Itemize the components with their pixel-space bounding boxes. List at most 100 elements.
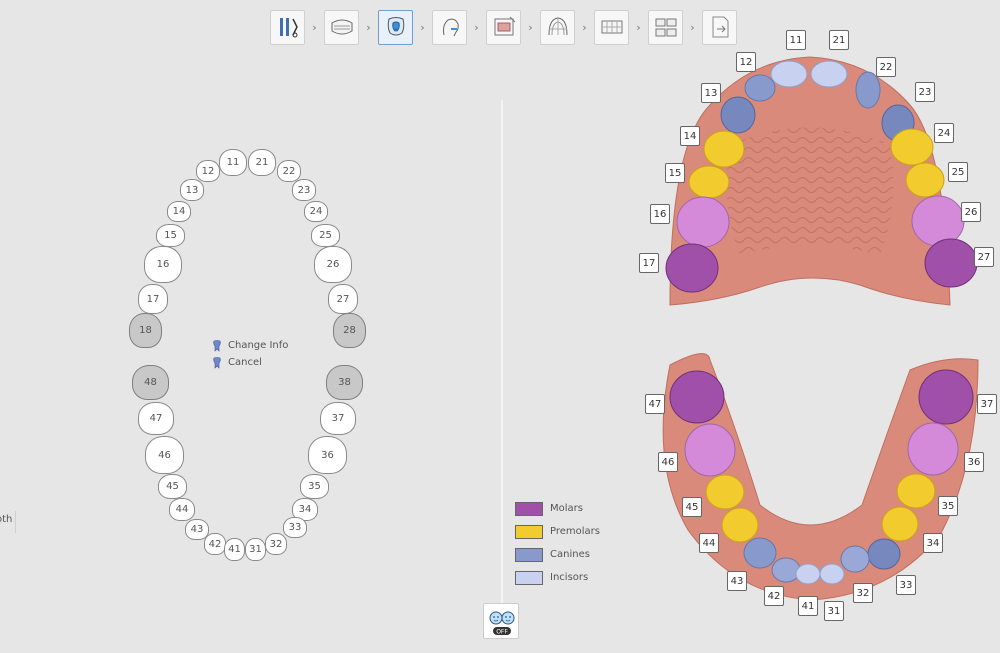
- chart-tooth-28[interactable]: 28: [333, 313, 366, 348]
- chart-tooth-42[interactable]: 42: [204, 533, 226, 555]
- tooth-37-mesh[interactable]: [918, 369, 974, 425]
- legend-label: Canines: [550, 549, 590, 560]
- chart-tooth-36[interactable]: 36: [308, 436, 347, 474]
- arch-tooth-label-17[interactable]: 17: [639, 253, 659, 273]
- chart-tooth-38[interactable]: 38: [326, 365, 363, 400]
- chart-tooth-33[interactable]: 33: [283, 517, 307, 538]
- chart-tooth-11[interactable]: 11: [219, 149, 247, 176]
- arch-tooth-label-31[interactable]: 31: [824, 601, 844, 621]
- legend-item-incisors: Incisors: [515, 566, 600, 589]
- tooth-46-mesh[interactable]: [684, 423, 736, 477]
- tooth-13-mesh[interactable]: [720, 96, 756, 134]
- chart-tooth-13[interactable]: 13: [180, 179, 204, 201]
- arch-tooth-label-33[interactable]: 33: [896, 575, 916, 595]
- arch-tooth-label-23[interactable]: 23: [915, 82, 935, 102]
- tooth-22-mesh[interactable]: [855, 71, 881, 109]
- chart-tooth-26[interactable]: 26: [314, 246, 352, 283]
- tooth-21-mesh[interactable]: [810, 60, 848, 88]
- tooth-12-mesh[interactable]: [744, 74, 776, 102]
- cancel-label: Cancel: [228, 357, 262, 368]
- tooth-41-mesh[interactable]: [795, 563, 821, 585]
- chart-tooth-46[interactable]: 46: [145, 436, 184, 474]
- arch-tooth-label-13[interactable]: 13: [701, 83, 721, 103]
- chart-tooth-23[interactable]: 23: [292, 179, 316, 201]
- workflow-step-arch-grid[interactable]: [540, 9, 575, 45]
- arch-tooth-label-45[interactable]: 45: [682, 497, 702, 517]
- tooth-32-mesh[interactable]: [840, 545, 870, 573]
- chart-tooth-15[interactable]: 15: [156, 224, 185, 247]
- chart-tooth-21[interactable]: 21: [248, 149, 276, 176]
- arch-tooth-label-22[interactable]: 22: [876, 57, 896, 77]
- chart-tooth-48[interactable]: 48: [132, 365, 169, 400]
- chart-tooth-14[interactable]: 14: [167, 201, 191, 222]
- tooth-31-mesh[interactable]: [819, 563, 845, 585]
- chart-tooth-25[interactable]: 25: [311, 224, 340, 247]
- tooth-26-mesh[interactable]: [911, 195, 965, 247]
- change-info-label: Change Info: [228, 340, 289, 351]
- arch-tooth-label-41[interactable]: 41: [798, 596, 818, 616]
- chart-tooth-12[interactable]: 12: [196, 160, 220, 182]
- chart-tooth-24[interactable]: 24: [304, 201, 328, 222]
- chart-tooth-22[interactable]: 22: [277, 160, 301, 182]
- tooth-25-mesh[interactable]: [905, 162, 945, 198]
- chart-tooth-35[interactable]: 35: [300, 474, 329, 499]
- tooth-info-icon: [213, 339, 221, 352]
- side-panel-tab[interactable]: oth: [0, 511, 16, 533]
- chart-tooth-47[interactable]: 47: [138, 402, 174, 435]
- arch-tooth-label-12[interactable]: 12: [736, 52, 756, 72]
- chart-tooth-32[interactable]: 32: [265, 533, 287, 555]
- lower-arch[interactable]: [662, 353, 979, 601]
- chart-tooth-31[interactable]: 31: [245, 538, 266, 561]
- arch-tooth-label-37[interactable]: 37: [977, 394, 997, 414]
- tooth-16-mesh[interactable]: [676, 196, 730, 248]
- chart-tooth-41[interactable]: 41: [224, 538, 245, 561]
- tooth-14-mesh[interactable]: [703, 130, 745, 168]
- chart-tooth-18[interactable]: 18: [129, 313, 162, 348]
- tooth-24-mesh[interactable]: [890, 128, 934, 166]
- arch-tooth-label-27[interactable]: 27: [974, 247, 994, 267]
- tooth-47-mesh[interactable]: [669, 370, 725, 424]
- arch-tooth-label-42[interactable]: 42: [764, 586, 784, 606]
- tooth-34-mesh[interactable]: [881, 506, 919, 542]
- tooth-43-mesh[interactable]: [743, 537, 777, 569]
- arch-tooth-label-14[interactable]: 14: [680, 126, 700, 146]
- arch-tooth-label-26[interactable]: 26: [961, 202, 981, 222]
- tooth-15-mesh[interactable]: [688, 165, 730, 199]
- arch-tooth-label-15[interactable]: 15: [665, 163, 685, 183]
- palate-surface: [726, 127, 894, 255]
- chart-tooth-16[interactable]: 16: [144, 246, 182, 283]
- tooth-42-mesh[interactable]: [771, 557, 801, 583]
- context-menu: Change Info Cancel: [212, 337, 288, 371]
- chart-tooth-17[interactable]: 17: [138, 284, 168, 314]
- tooth-45-mesh[interactable]: [705, 474, 745, 510]
- arch-tooth-label-21[interactable]: 21: [829, 30, 849, 50]
- tooth-44-mesh[interactable]: [721, 507, 759, 543]
- arch-tooth-label-35[interactable]: 35: [938, 496, 958, 516]
- arch-tooth-label-34[interactable]: 34: [923, 533, 943, 553]
- chart-tooth-44[interactable]: 44: [169, 498, 195, 521]
- cancel-menu-item[interactable]: Cancel: [212, 354, 288, 371]
- legend-label: Molars: [550, 503, 583, 514]
- tooth-17-mesh[interactable]: [665, 243, 719, 293]
- arch-tooth-label-44[interactable]: 44: [699, 533, 719, 553]
- arch-tooth-label-46[interactable]: 46: [658, 452, 678, 472]
- chart-tooth-37[interactable]: 37: [320, 402, 356, 435]
- tooth-11-mesh[interactable]: [770, 60, 808, 88]
- arch-tooth-label-32[interactable]: 32: [853, 583, 873, 603]
- arch-3d-view[interactable]: 11 21 12 22 13 23 14 24 15 25 16 26 17 27 47 37 46 36 45 35…: [600, 25, 1000, 635]
- tooth-36-mesh[interactable]: [907, 422, 959, 476]
- arch-tooth-label-16[interactable]: 16: [650, 204, 670, 224]
- arch-tooth-label-25[interactable]: 25: [948, 162, 968, 182]
- chart-tooth-27[interactable]: 27: [328, 284, 358, 314]
- tooth-35-mesh[interactable]: [896, 473, 936, 509]
- tooth-27-mesh[interactable]: [924, 238, 978, 288]
- tooth-33-mesh[interactable]: [867, 538, 901, 570]
- arch-tooth-label-43[interactable]: 43: [727, 571, 747, 591]
- change-info-menu-item[interactable]: Change Info: [212, 337, 288, 354]
- arch-tooth-label-24[interactable]: 24: [934, 123, 954, 143]
- chart-tooth-45[interactable]: 45: [158, 474, 187, 499]
- arch-tooth-label-36[interactable]: 36: [964, 452, 984, 472]
- arch-tooth-label-11[interactable]: 11: [786, 30, 806, 50]
- arch-tooth-label-47[interactable]: 47: [645, 394, 665, 414]
- toggle-mode-button[interactable]: OFF: [483, 603, 519, 639]
